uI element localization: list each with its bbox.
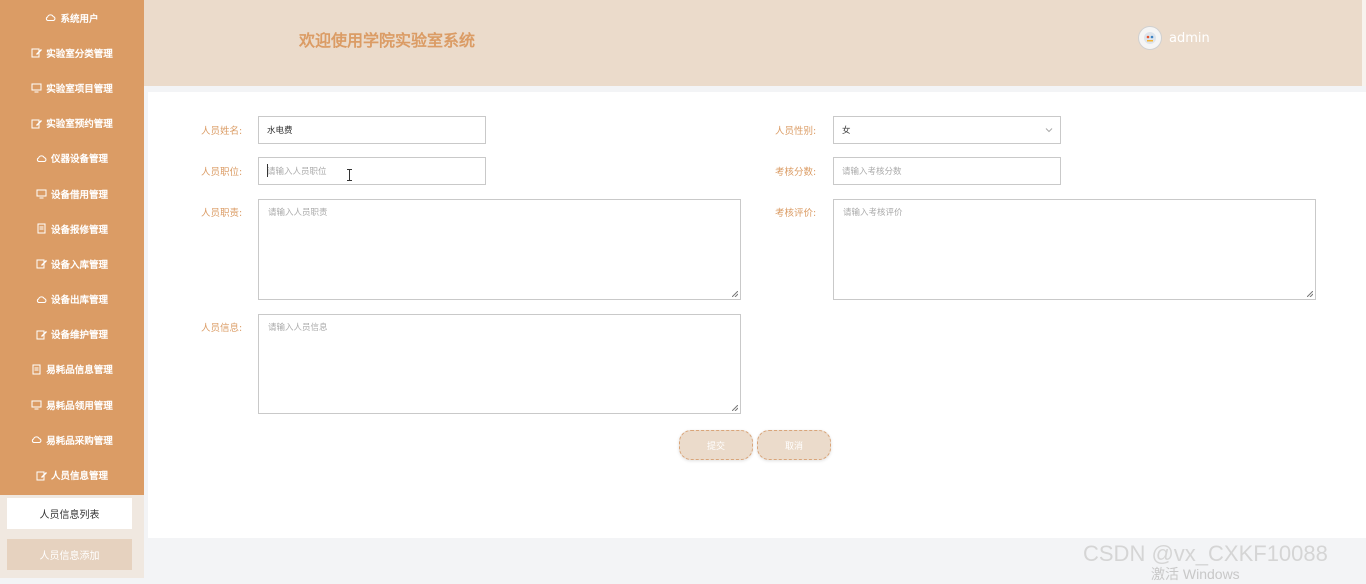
sidebar-item[interactable]: 实验室分类管理 <box>0 35 144 70</box>
username: admin <box>1169 30 1210 46</box>
sidebar-item[interactable]: 实验室项目管理 <box>0 70 144 105</box>
sidebar-item-label: 系统用户 <box>60 13 99 25</box>
edit-icon <box>31 47 43 58</box>
resize-handle-icon[interactable] <box>732 405 738 411</box>
sidebar-item-label: 设备入库管理 <box>50 259 108 271</box>
chevron-down-icon <box>1045 128 1053 133</box>
document-icon <box>31 364 42 375</box>
sidebar-item[interactable]: 设备维护管理 <box>0 317 144 352</box>
sidebar-item-label: 仪器设备管理 <box>50 154 108 166</box>
document-icon <box>36 223 47 234</box>
info-textarea-placeholder: 请输入人员信息 <box>268 323 328 333</box>
monitor-icon <box>31 82 42 93</box>
sidebar-item-label: 易耗品领用管理 <box>46 400 113 412</box>
sidebar-item-label: 实验室项目管理 <box>46 83 113 95</box>
sidebar-item-label: 设备借用管理 <box>50 189 108 201</box>
sidebar-item[interactable]: 设备报修管理 <box>0 211 144 246</box>
position-input[interactable]: 请输入人员职位 <box>258 157 486 185</box>
windows-activation-watermark: 激活 Windows <box>1151 566 1240 582</box>
eval-textarea[interactable]: 请输入考核评价 <box>833 199 1316 300</box>
sidebar: 系统用户实验室分类管理 实验室项目管理 实验室预约管理 仪器设备管理 设备借用管理 设备报… <box>0 0 144 578</box>
resize-handle-icon[interactable] <box>732 291 738 297</box>
name-input-value: 水电费 <box>267 126 293 136</box>
avatar <box>1138 26 1162 50</box>
duty-textarea[interactable]: 请输入人员职责 <box>258 199 741 300</box>
duty-textarea-placeholder: 请输入人员职责 <box>268 208 328 218</box>
score-input-placeholder: 请输入考核分数 <box>842 167 902 177</box>
position-input-placeholder: 请输入人员职位 <box>267 167 327 177</box>
cloud-icon <box>45 12 56 23</box>
edit-icon <box>31 118 43 129</box>
scrollbar[interactable] <box>1362 0 1366 86</box>
user-menu[interactable]: admin <box>1138 26 1210 50</box>
sidebar-item-label: 易耗品采购管理 <box>46 435 113 447</box>
cloud-icon <box>36 294 47 305</box>
name-label: 人员姓名: <box>201 126 243 137</box>
avatar-icon <box>1144 32 1156 44</box>
score-input[interactable]: 请输入考核分数 <box>833 157 1061 185</box>
text-caret <box>267 164 268 177</box>
form-panel: 人员姓名: 水电费 人员性别: 女 人员职位: 请输入人员职位 考核分数: 请输… <box>148 92 1366 538</box>
gender-select-value: 女 <box>842 126 851 136</box>
sidebar-item-label: 人员信息管理 <box>50 471 108 483</box>
sidebar-item[interactable]: 设备借用管理 <box>0 176 144 211</box>
edit-icon <box>36 329 47 340</box>
monitor-icon <box>36 188 47 199</box>
sidebar-item[interactable]: 易耗品领用管理 <box>0 387 144 422</box>
sidebar-menu: 系统用户实验室分类管理 实验室项目管理 实验室预约管理 仪器设备管理 设备借用管理 设备报… <box>0 0 144 493</box>
sidebar-item[interactable]: 系统用户 <box>0 0 144 35</box>
sidebar-item[interactable]: 易耗品采购管理 <box>0 422 144 457</box>
page-title: 欢迎使用学院实验室系统 <box>299 31 476 50</box>
cloud-icon <box>31 434 42 445</box>
sidebar-item-label: 设备出库管理 <box>50 295 108 307</box>
eval-textarea-placeholder: 请输入考核评价 <box>843 208 903 218</box>
resize-handle-icon[interactable] <box>1307 291 1313 297</box>
sidebar-item[interactable]: 设备入库管理 <box>0 246 144 281</box>
sidebar-item-label: 实验室预约管理 <box>46 119 113 131</box>
submenu: 人员信息列表 人员信息添加 <box>0 495 144 578</box>
header: 欢迎使用学院实验室系统 admin <box>144 0 1366 86</box>
sidebar-item-label: 设备报修管理 <box>50 224 108 236</box>
submenu-item-person-list[interactable]: 人员信息列表 <box>7 498 132 529</box>
cancel-button[interactable]: 取消 <box>757 430 831 460</box>
edit-icon <box>36 470 47 481</box>
sidebar-item-label: 易耗品信息管理 <box>46 365 113 377</box>
position-label: 人员职位: <box>201 167 243 178</box>
monitor-icon <box>31 399 42 410</box>
duty-label: 人员职责: <box>201 208 243 219</box>
sidebar-item[interactable]: 易耗品信息管理 <box>0 352 144 387</box>
sidebar-item[interactable]: 实验室预约管理 <box>0 106 144 141</box>
name-input[interactable]: 水电费 <box>258 116 486 144</box>
submit-button[interactable]: 提交 <box>679 430 753 460</box>
cloud-icon <box>36 153 47 164</box>
gender-label: 人员性别: <box>775 126 817 137</box>
gender-select[interactable]: 女 <box>833 116 1061 144</box>
score-label: 考核分数: <box>775 167 817 178</box>
info-label: 人员信息: <box>201 323 243 334</box>
text-cursor-icon <box>347 169 352 181</box>
sidebar-item[interactable]: 仪器设备管理 <box>0 141 144 176</box>
eval-label: 考核评价: <box>775 208 817 219</box>
sidebar-item[interactable]: 设备出库管理 <box>0 282 144 317</box>
sidebar-item-label: 设备维护管理 <box>50 330 108 342</box>
submenu-item-person-add[interactable]: 人员信息添加 <box>7 539 132 570</box>
edit-icon <box>36 258 47 269</box>
sidebar-item-label: 实验室分类管理 <box>46 48 113 60</box>
sidebar-item[interactable]: 人员信息管理 <box>0 457 144 492</box>
info-textarea[interactable]: 请输入人员信息 <box>258 314 741 414</box>
